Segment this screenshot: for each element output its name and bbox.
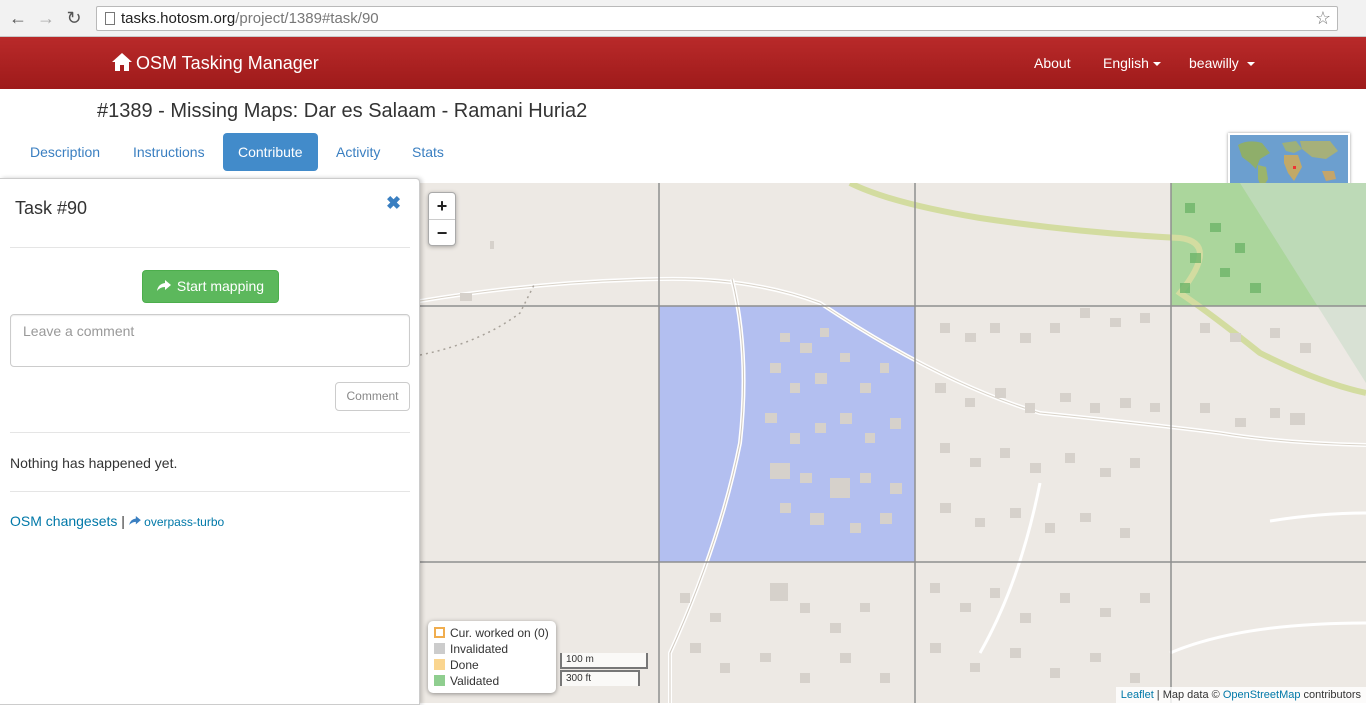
share-arrow-icon <box>156 280 171 291</box>
tab-activity[interactable]: Activity <box>321 133 395 171</box>
legend-label: Cur. worked on (0) <box>450 626 549 640</box>
chevron-down-icon <box>1152 62 1161 67</box>
legend-label: Validated <box>450 674 500 688</box>
link-separator: | <box>121 513 125 529</box>
comment-button[interactable]: Comment <box>335 382 410 411</box>
comment-input[interactable] <box>10 314 410 367</box>
user-dropdown[interactable]: beawilly <box>1189 55 1255 71</box>
attribution-text: | Map data © <box>1153 689 1223 701</box>
overpass-turbo-label: overpass-turbo <box>144 515 225 529</box>
address-bar[interactable]: tasks.hotosm.org/project/1389#task/90 ☆ <box>96 6 1338 31</box>
about-link[interactable]: About <box>1034 55 1071 71</box>
divider <box>10 432 410 433</box>
task-map[interactable]: + − Cur. worked on (0) Invalidated Done … <box>420 183 1366 703</box>
map-scale: 100 m 300 ft <box>560 653 648 686</box>
start-mapping-label: Start mapping <box>176 278 265 294</box>
legend-swatch <box>434 675 445 686</box>
browser-toolbar: ← → ↻ tasks.hotosm.org/project/1389#task… <box>0 0 1366 37</box>
tab-instructions[interactable]: Instructions <box>118 133 220 171</box>
task-title: Task #90 <box>15 198 88 218</box>
openstreetmap-link[interactable]: OpenStreetMap <box>1223 689 1301 701</box>
language-label: English <box>1103 55 1149 71</box>
overpass-turbo-link[interactable]: overpass-turbo <box>128 515 225 529</box>
close-icon[interactable]: ✖ <box>386 193 401 214</box>
task-links: OSM changesets | overpass-turbo <box>10 513 224 529</box>
user-label: beawilly <box>1189 55 1239 71</box>
legend-swatch <box>434 659 445 670</box>
share-arrow-icon <box>128 516 141 526</box>
map-attribution: Leaflet | Map data © OpenStreetMap contr… <box>1115 687 1366 703</box>
tab-description[interactable]: Description <box>15 133 115 171</box>
leaflet-link[interactable]: Leaflet <box>1121 689 1154 701</box>
map-tiles <box>420 183 1366 703</box>
divider <box>10 247 410 248</box>
legend-swatch <box>434 643 445 654</box>
bookmark-star-icon[interactable]: ☆ <box>1315 8 1331 29</box>
attribution-contributors: contributors <box>1300 689 1361 701</box>
start-mapping-button[interactable]: Start mapping <box>142 270 279 303</box>
reload-icon[interactable]: ↻ <box>64 8 84 28</box>
scale-imperial: 300 ft <box>560 670 640 686</box>
brand-link[interactable]: OSM Tasking Manager <box>112 51 319 74</box>
page-icon <box>105 12 115 25</box>
back-icon[interactable]: ← <box>8 8 28 28</box>
task-history: Nothing has happened yet. <box>10 455 178 471</box>
legend-item: Cur. worked on (0) <box>434 625 550 641</box>
legend-item: Done <box>434 657 550 673</box>
legend-item: Invalidated <box>434 641 550 657</box>
divider <box>10 491 410 492</box>
tab-stats[interactable]: Stats <box>397 133 459 171</box>
brand-title: OSM Tasking Manager <box>136 53 319 73</box>
page-title: #1389 - Missing Maps: Dar es Salaam - Ra… <box>97 100 588 122</box>
tab-contribute[interactable]: Contribute <box>223 133 318 171</box>
legend-swatch <box>434 627 445 638</box>
url-host: tasks.hotosm.org <box>121 10 236 27</box>
chevron-down-icon <box>1246 62 1255 67</box>
zoom-control: + − <box>428 192 456 246</box>
zoom-in-button[interactable]: + <box>429 193 455 219</box>
legend-label: Invalidated <box>450 642 509 656</box>
url-text: tasks.hotosm.org/project/1389#task/90 <box>121 10 379 27</box>
task-panel: Task #90 ✖ Start mapping Comment Nothing… <box>0 178 420 705</box>
legend-label: Done <box>450 658 479 672</box>
map-legend: Cur. worked on (0) Invalidated Done Vali… <box>428 621 556 693</box>
legend-item: Validated <box>434 673 550 689</box>
app-navbar: OSM Tasking Manager About English beawil… <box>0 37 1366 89</box>
osm-changesets-link[interactable]: OSM changesets <box>10 513 117 529</box>
scale-metric: 100 m <box>560 653 648 669</box>
home-icon <box>112 53 132 71</box>
url-path: /project/1389#task/90 <box>235 10 379 27</box>
zoom-out-button[interactable]: − <box>429 219 455 245</box>
language-dropdown[interactable]: English <box>1103 55 1161 71</box>
forward-icon[interactable]: → <box>36 8 56 28</box>
